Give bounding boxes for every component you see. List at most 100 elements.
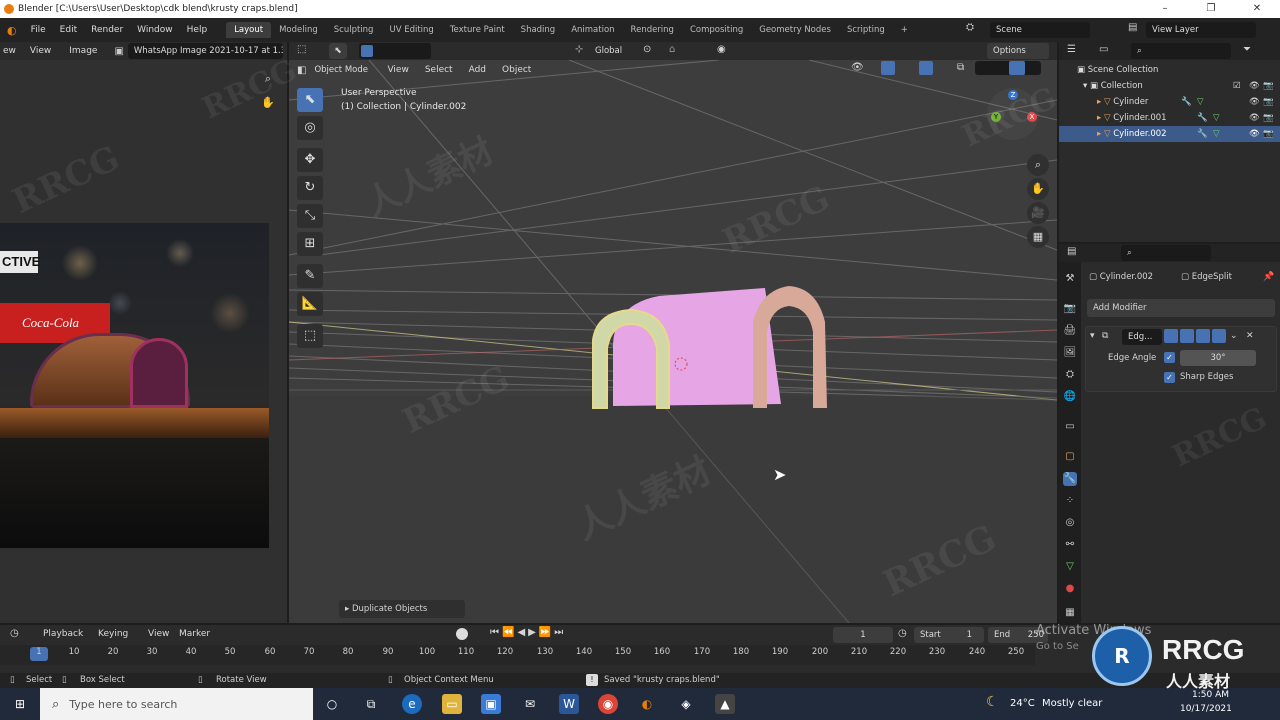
image-name-field[interactable]: WhatsApp Image 2021-10-17 at 1.3 [127, 43, 283, 59]
gizmo-toggle-icon[interactable] [881, 61, 895, 75]
view-layer-tab-icon[interactable]: 🖼 [1063, 346, 1077, 360]
timeline-menu-playback[interactable]: Playback [36, 629, 90, 639]
blender-taskbar-icon[interactable]: ◐ [637, 694, 657, 714]
particles-tab-icon[interactable]: ⁘ [1063, 494, 1077, 508]
add-modifier-button[interactable]: Add Modifier [1087, 299, 1275, 317]
object-render-icon[interactable]: 📷 [1263, 110, 1274, 126]
timeline-ruler[interactable]: 1 10 20 30 40 50 60 70 80 90 100 110 120… [0, 645, 1035, 665]
xray-icon[interactable]: ⧉ [957, 62, 964, 73]
material-tab-icon[interactable]: ● [1063, 582, 1077, 596]
physics-tab-icon[interactable]: ◎ [1063, 516, 1077, 530]
tool-scale-icon[interactable]: ⤡ [297, 204, 323, 228]
properties-editor-icon[interactable]: ▤ [1067, 246, 1076, 257]
collapse-arrow-icon[interactable]: ▾ [1090, 331, 1095, 341]
material-preview-icon[interactable] [1009, 61, 1025, 75]
image-editor-menu-view[interactable]: View [23, 46, 58, 56]
navigation-gizmo[interactable]: Z Y X [987, 88, 1039, 140]
windows-start-icon[interactable]: ⊞ [10, 694, 30, 714]
visibility-icon[interactable]: 👁 [851, 62, 864, 73]
select-mode-buttons[interactable] [359, 43, 431, 59]
tool-tab-icon[interactable]: ⚒ [1063, 272, 1077, 286]
tool-rotate-icon[interactable]: ↻ [297, 176, 323, 200]
viewport-menu-view[interactable]: View [380, 65, 415, 75]
tool-measure-icon[interactable]: 📐 [297, 292, 323, 316]
overlay-toggle-icon[interactable] [919, 61, 933, 75]
cylinder-objects[interactable] [585, 282, 835, 412]
sharp-edges-checkbox[interactable]: ✓ [1164, 372, 1175, 383]
select-new-icon[interactable] [361, 45, 373, 57]
minimize-button[interactable]: – [1142, 0, 1188, 18]
image-editor-menu-editor[interactable]: ew [0, 46, 19, 56]
mail-icon[interactable]: ✉ [520, 694, 540, 714]
workspace-tab-modeling[interactable]: Modeling [271, 22, 326, 38]
render-tab-icon[interactable]: 📷 [1063, 302, 1077, 316]
viewport-menu-add[interactable]: Add [462, 65, 493, 75]
chrome-icon[interactable]: ◉ [598, 694, 618, 714]
constraints-tab-icon[interactable]: ⚯ [1063, 538, 1077, 552]
last-operation-panel[interactable]: ▸ Duplicate Objects [339, 600, 465, 618]
exclude-checkbox-icon[interactable]: ☑ [1233, 78, 1241, 94]
object-tab-icon[interactable]: ▢ [1063, 450, 1077, 464]
workspace-tab-scripting[interactable]: Scripting [839, 22, 893, 38]
scene-tab-icon[interactable]: ⛭ [1063, 368, 1077, 382]
transform-orientation-dropdown[interactable]: Global [589, 43, 635, 59]
outliner-search-icon[interactable]: ⌕ [1131, 43, 1231, 59]
world-tab-icon[interactable]: 🌐 [1063, 390, 1077, 404]
task-view-icon[interactable]: ⧉ [361, 694, 381, 714]
add-workspace-button[interactable]: + [893, 22, 916, 38]
editor-type-icon[interactable]: ⬚ [297, 44, 306, 55]
gizmo-z-axis[interactable]: Z [1008, 90, 1018, 100]
collection-visibility-icon[interactable]: 👁 [1249, 78, 1260, 94]
outliner-row-cylinder-001[interactable]: ▸ ▽ Cylinder.001 🔧 ▽ 👁 📷 [1059, 110, 1280, 126]
preview-range-icon[interactable]: ◷ [898, 628, 907, 639]
edge-browser-icon[interactable]: e [402, 694, 422, 714]
viewport-zoom-icon[interactable]: ⌕ [1027, 154, 1049, 176]
current-frame-field[interactable]: 1 [833, 627, 893, 643]
playback-controls[interactable]: ⏮⏪◀▶⏩⏭ [490, 627, 566, 638]
output-tab-icon[interactable]: 🖨 [1063, 324, 1077, 338]
pin-icon[interactable]: 📌 [1263, 272, 1274, 282]
gizmo-y-axis[interactable]: Y [991, 112, 1001, 122]
texture-tab-icon[interactable]: ▦ [1063, 606, 1077, 620]
gizmo-x-axis[interactable]: X [1027, 112, 1037, 122]
collection-tab-icon[interactable]: ▭ [1063, 420, 1077, 434]
ortho-toggle-icon[interactable]: ▦ [1027, 226, 1049, 248]
workspace-tab-rendering[interactable]: Rendering [623, 22, 682, 38]
outliner-collection[interactable]: ▾ ▣ Collection ☑ 👁 📷 [1059, 78, 1280, 94]
photos-icon[interactable]: ▲ [715, 694, 735, 714]
collection-render-icon[interactable]: 📷 [1263, 78, 1274, 94]
modifiers-tab-icon[interactable]: 🔧 [1063, 472, 1077, 486]
mode-dropdown[interactable]: Object Mode [308, 62, 378, 78]
select-tool-icon[interactable]: ⬉ [329, 43, 347, 59]
tool-add-cube-icon[interactable]: ⬚ [297, 324, 323, 348]
taskbar-search-box[interactable]: ⌕ Type here to search [40, 688, 313, 720]
viewport-menu-select[interactable]: Select [418, 65, 460, 75]
object-visibility-icon[interactable]: 👁 [1249, 94, 1260, 110]
workspace-tab-compositing[interactable]: Compositing [682, 22, 751, 38]
pivot-point-icon[interactable]: ⊙ [643, 44, 651, 55]
object-visibility-icon[interactable]: 👁 [1249, 126, 1260, 142]
workspace-tab-geometry-nodes[interactable]: Geometry Nodes [751, 22, 839, 38]
modifier-name-field[interactable]: Edg... [1122, 329, 1162, 345]
menu-file[interactable]: File [24, 25, 53, 35]
tool-annotate-icon[interactable]: ✎ [297, 264, 323, 288]
outliner-editor-icon[interactable]: ☰ [1067, 44, 1076, 55]
image-editor-menu-image[interactable]: Image [62, 46, 104, 56]
filter-icon[interactable]: ⏷ [1243, 44, 1251, 55]
word-icon[interactable]: W [559, 694, 579, 714]
timeline-editor-icon[interactable]: ◷ [10, 628, 19, 639]
3d-viewport[interactable]: User Perspective (1) Collection | Cylind… [289, 60, 1057, 623]
workspace-tab-shading[interactable]: Shading [513, 22, 564, 38]
editmode-toggle-icon[interactable] [1164, 329, 1178, 343]
blender-menu-icon[interactable]: ◐ [0, 24, 24, 37]
store-icon[interactable]: ▣ [481, 694, 501, 714]
workspace-tab-uv-editing[interactable]: UV Editing [381, 22, 441, 38]
timeline-menu-marker[interactable]: Marker [172, 629, 217, 639]
timeline-menu-keying[interactable]: Keying [91, 629, 135, 639]
pan-hand-icon[interactable]: ✋ [257, 92, 279, 114]
menu-window[interactable]: Window [130, 25, 180, 35]
tool-cursor-icon[interactable]: ◎ [297, 116, 323, 140]
timeline-panel[interactable]: ◷ Playback Keying View Marker ⏮⏪◀▶⏩⏭ 1 ◷… [0, 623, 1280, 673]
viewport-pan-icon[interactable]: ✋ [1027, 178, 1049, 200]
back-arch[interactable] [753, 286, 827, 408]
